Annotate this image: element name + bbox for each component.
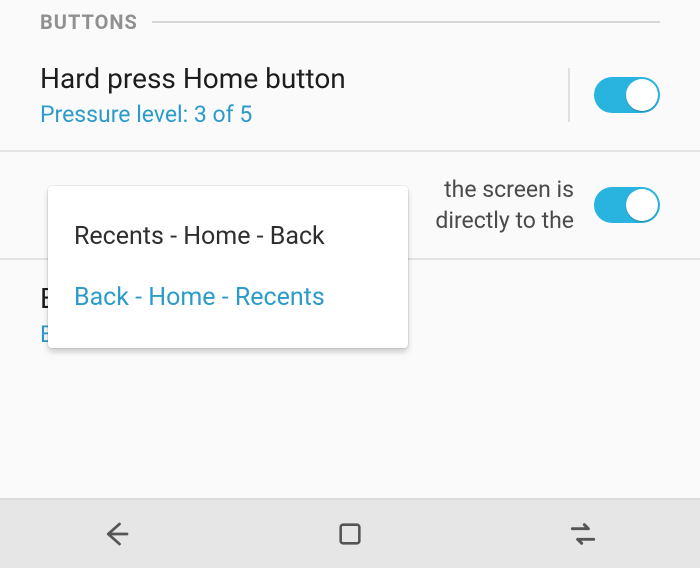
setting-subtitle: Pressure level: 3 of 5 <box>40 101 548 128</box>
toggle-knob <box>626 79 658 111</box>
toggle-wrap <box>574 187 660 223</box>
toggle-wrap <box>548 68 660 122</box>
toggle-separator <box>568 68 570 122</box>
body-line1: the screen is <box>444 176 574 203</box>
setting-text-block: Hard press Home button Pressure level: 3… <box>40 62 548 128</box>
popup-option-recents-home-back[interactable]: Recents - Home - Back <box>48 206 408 267</box>
setting-title: Hard press Home button <box>40 62 548 95</box>
body-line2: directly to the <box>435 207 574 234</box>
popup-option-back-home-recents[interactable]: Back - Home - Recents <box>48 267 408 328</box>
section-title: BUTTONS <box>40 10 138 34</box>
nav-recents-button[interactable] <box>566 517 600 551</box>
home-square-icon <box>336 520 364 548</box>
nav-back-button[interactable] <box>100 517 134 551</box>
button-layout-popup: Recents - Home - Back Back - Home - Rece… <box>48 186 408 348</box>
back-arrow-icon <box>102 519 132 549</box>
section-divider <box>152 21 660 23</box>
recents-switch-icon <box>567 518 599 550</box>
unlock-home-toggle[interactable] <box>594 187 660 223</box>
setting-hard-press-home[interactable]: Hard press Home button Pressure level: 3… <box>0 40 700 152</box>
navigation-bar <box>0 498 700 568</box>
toggle-knob <box>626 189 658 221</box>
section-header: BUTTONS <box>0 0 700 40</box>
nav-home-button[interactable] <box>333 517 367 551</box>
hard-press-toggle[interactable] <box>594 77 660 113</box>
